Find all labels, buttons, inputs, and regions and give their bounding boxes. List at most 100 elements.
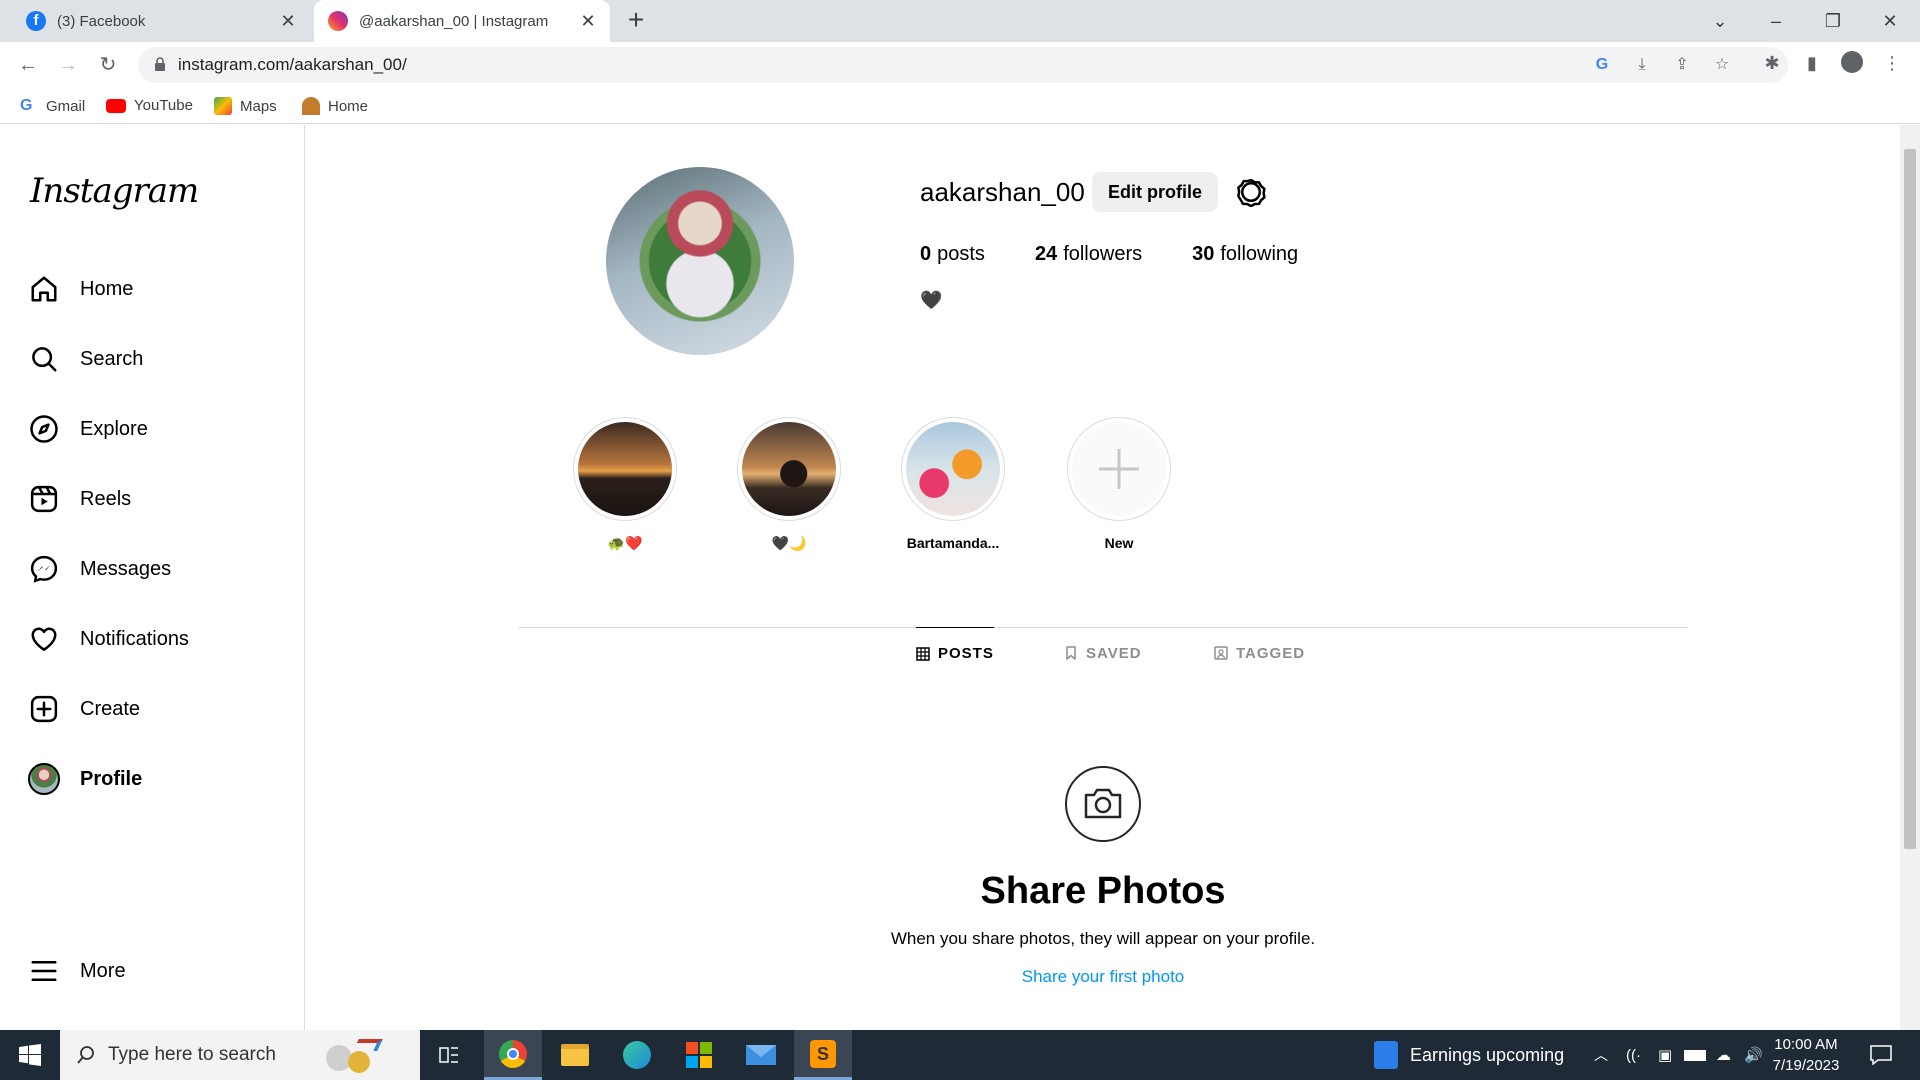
restore-button[interactable]: ❐ bbox=[1813, 6, 1853, 36]
grid-icon bbox=[916, 646, 930, 661]
taskbar-search-placeholder: Type here to search bbox=[108, 1044, 276, 1065]
settings-gear-icon[interactable] bbox=[1236, 177, 1266, 207]
tab-title: @aakarshan_00 | Instagram bbox=[359, 12, 549, 30]
following-stat[interactable]: 30 following bbox=[1192, 243, 1298, 266]
windows-taskbar: Type here to search S Earnings upcoming … bbox=[0, 1030, 1920, 1080]
page-scrollbar[interactable] bbox=[1900, 125, 1920, 1030]
home-bookmark-icon bbox=[302, 97, 320, 115]
chrome-taskbar-icon[interactable] bbox=[484, 1030, 542, 1080]
tab-saved[interactable]: SAVED bbox=[1064, 627, 1142, 679]
highlight-label: Bartamanda... bbox=[906, 535, 1000, 551]
avatar bbox=[28, 763, 60, 795]
close-tab-icon[interactable]: ✕ bbox=[578, 11, 598, 31]
sidebar-item-messages[interactable]: Messages bbox=[28, 545, 171, 593]
highlight-cover bbox=[742, 422, 836, 516]
empty-text: When you share photos, they will appear … bbox=[890, 929, 1316, 948]
scrollbar-thumb[interactable] bbox=[1904, 149, 1916, 849]
news-widget[interactable]: Earnings upcoming bbox=[1374, 1030, 1564, 1080]
sidebar-item-reels[interactable]: Reels bbox=[28, 475, 131, 523]
google-lens-icon[interactable]: G bbox=[1592, 55, 1612, 75]
forward-button[interactable]: → bbox=[54, 51, 82, 79]
bookmark-youtube[interactable]: YouTube bbox=[106, 97, 193, 114]
highlight-cover bbox=[578, 422, 672, 516]
extensions-icon[interactable]: ✱ bbox=[1760, 51, 1784, 75]
bookmark-star-icon[interactable]: ☆ bbox=[1712, 55, 1732, 75]
instagram-logo[interactable]: Instagram bbox=[30, 171, 199, 211]
share-icon[interactable]: ⇪ bbox=[1672, 55, 1692, 75]
meet-now-icon[interactable]: ▣ bbox=[1658, 1030, 1672, 1080]
instagram-icon bbox=[328, 11, 348, 31]
profile-stats: 0 posts 24 followers 30 following bbox=[920, 243, 1348, 266]
sidebar-item-create[interactable]: Create bbox=[28, 685, 140, 733]
lock-icon[interactable] bbox=[154, 57, 166, 71]
profile-main: aakarshan_00 Edit profile 0 posts 24 follo… bbox=[306, 125, 1900, 1030]
bookmark-maps[interactable]: Maps bbox=[214, 97, 277, 115]
bookmark-home[interactable]: Home bbox=[302, 97, 368, 115]
file-explorer-icon[interactable] bbox=[546, 1030, 604, 1080]
instagram-page: Instagram Home Search Explore Reels Mess… bbox=[0, 125, 1920, 1030]
microsoft-store-icon[interactable] bbox=[670, 1030, 728, 1080]
facebook-icon: f bbox=[26, 11, 46, 31]
messenger-icon bbox=[28, 553, 60, 585]
minimize-button[interactable]: – bbox=[1756, 6, 1796, 36]
sidebar-item-notifications[interactable]: Notifications bbox=[28, 615, 189, 663]
heart-icon bbox=[28, 623, 60, 655]
highlight-label: 🖤🌙 bbox=[771, 535, 807, 551]
network-icon[interactable]: ((· bbox=[1626, 1030, 1641, 1080]
windows-start-button[interactable] bbox=[0, 1030, 60, 1080]
story-highlight[interactable]: Bartamanda... bbox=[900, 417, 1006, 551]
story-highlight[interactable]: 🐢❤️ bbox=[572, 417, 678, 552]
story-highlight[interactable]: 🖤🌙 bbox=[736, 417, 842, 552]
menu-kebab-icon[interactable]: ⋮ bbox=[1880, 51, 1904, 75]
plus-square-icon bbox=[28, 693, 60, 725]
posts-stat: 0 posts bbox=[920, 243, 985, 265]
sidebar-item-more[interactable]: More bbox=[28, 947, 126, 995]
camera-icon bbox=[1065, 766, 1141, 842]
followers-stat[interactable]: 24 followers bbox=[1035, 243, 1142, 266]
volume-icon[interactable]: 🔊 bbox=[1744, 1030, 1763, 1080]
reload-button[interactable]: ↻ bbox=[94, 51, 122, 79]
profile-avatar-icon[interactable] bbox=[1840, 51, 1864, 75]
tab-tagged[interactable]: TAGGED bbox=[1214, 627, 1305, 679]
battery-icon[interactable] bbox=[1684, 1030, 1706, 1080]
install-app-icon[interactable]: ⤓ bbox=[1632, 55, 1652, 75]
maps-icon bbox=[214, 97, 232, 115]
sublime-text-icon[interactable]: S bbox=[794, 1030, 852, 1080]
search-highlight-icon bbox=[322, 1039, 384, 1073]
share-first-photo-link[interactable]: Share your first photo bbox=[518, 967, 1688, 987]
close-tab-icon[interactable]: ✕ bbox=[278, 11, 298, 31]
sidebar-item-search[interactable]: Search bbox=[28, 335, 143, 383]
tab-instagram[interactable]: @aakarshan_00 | Instagram ✕ bbox=[314, 0, 610, 42]
back-button[interactable]: ← bbox=[14, 51, 42, 79]
sidebar-item-profile[interactable]: Profile bbox=[28, 755, 142, 803]
edge-icon[interactable] bbox=[608, 1030, 666, 1080]
highlight-label: 🐢❤️ bbox=[607, 535, 643, 551]
side-panel-icon[interactable]: ▮ bbox=[1800, 51, 1824, 75]
highlight-ring bbox=[737, 417, 841, 521]
url-text[interactable]: instagram.com/aakarshan_00/ bbox=[178, 55, 407, 75]
tab-facebook[interactable]: f (3) Facebook ✕ bbox=[0, 0, 310, 42]
taskbar-search-box[interactable]: Type here to search bbox=[60, 1030, 420, 1080]
new-highlight[interactable]: New bbox=[1066, 417, 1172, 551]
highlight-ring bbox=[901, 417, 1005, 521]
profile-avatar[interactable] bbox=[606, 167, 794, 355]
tab-search-icon[interactable]: ⌄ bbox=[1700, 6, 1740, 36]
close-window-button[interactable]: ✕ bbox=[1870, 6, 1910, 36]
sidebar-item-explore[interactable]: Explore bbox=[28, 405, 148, 453]
new-tab-button[interactable]: + bbox=[622, 6, 650, 35]
show-hidden-icons[interactable]: ︿ bbox=[1594, 1030, 1608, 1080]
stock-news-icon bbox=[1374, 1041, 1398, 1069]
profile-tabs: POSTS SAVED TAGGED bbox=[518, 627, 1688, 679]
tab-posts[interactable]: POSTS bbox=[916, 627, 994, 679]
address-bar[interactable]: instagram.com/aakarshan_00/ G ⤓ ⇪ ☆ bbox=[138, 47, 1788, 83]
sidebar-item-home[interactable]: Home bbox=[28, 265, 133, 313]
task-view-icon[interactable] bbox=[420, 1030, 478, 1080]
compass-icon bbox=[28, 413, 60, 445]
notification-center-icon[interactable] bbox=[1870, 1030, 1892, 1080]
mail-icon[interactable] bbox=[732, 1030, 790, 1080]
windows-logo-icon bbox=[19, 1044, 41, 1066]
edit-profile-button[interactable]: Edit profile bbox=[1092, 172, 1218, 212]
system-clock[interactable]: 10:00 AM 7/19/2023 bbox=[1762, 1034, 1850, 1076]
onedrive-icon[interactable]: ☁ bbox=[1716, 1030, 1731, 1080]
bookmark-gmail[interactable]: G Gmail bbox=[20, 97, 85, 115]
